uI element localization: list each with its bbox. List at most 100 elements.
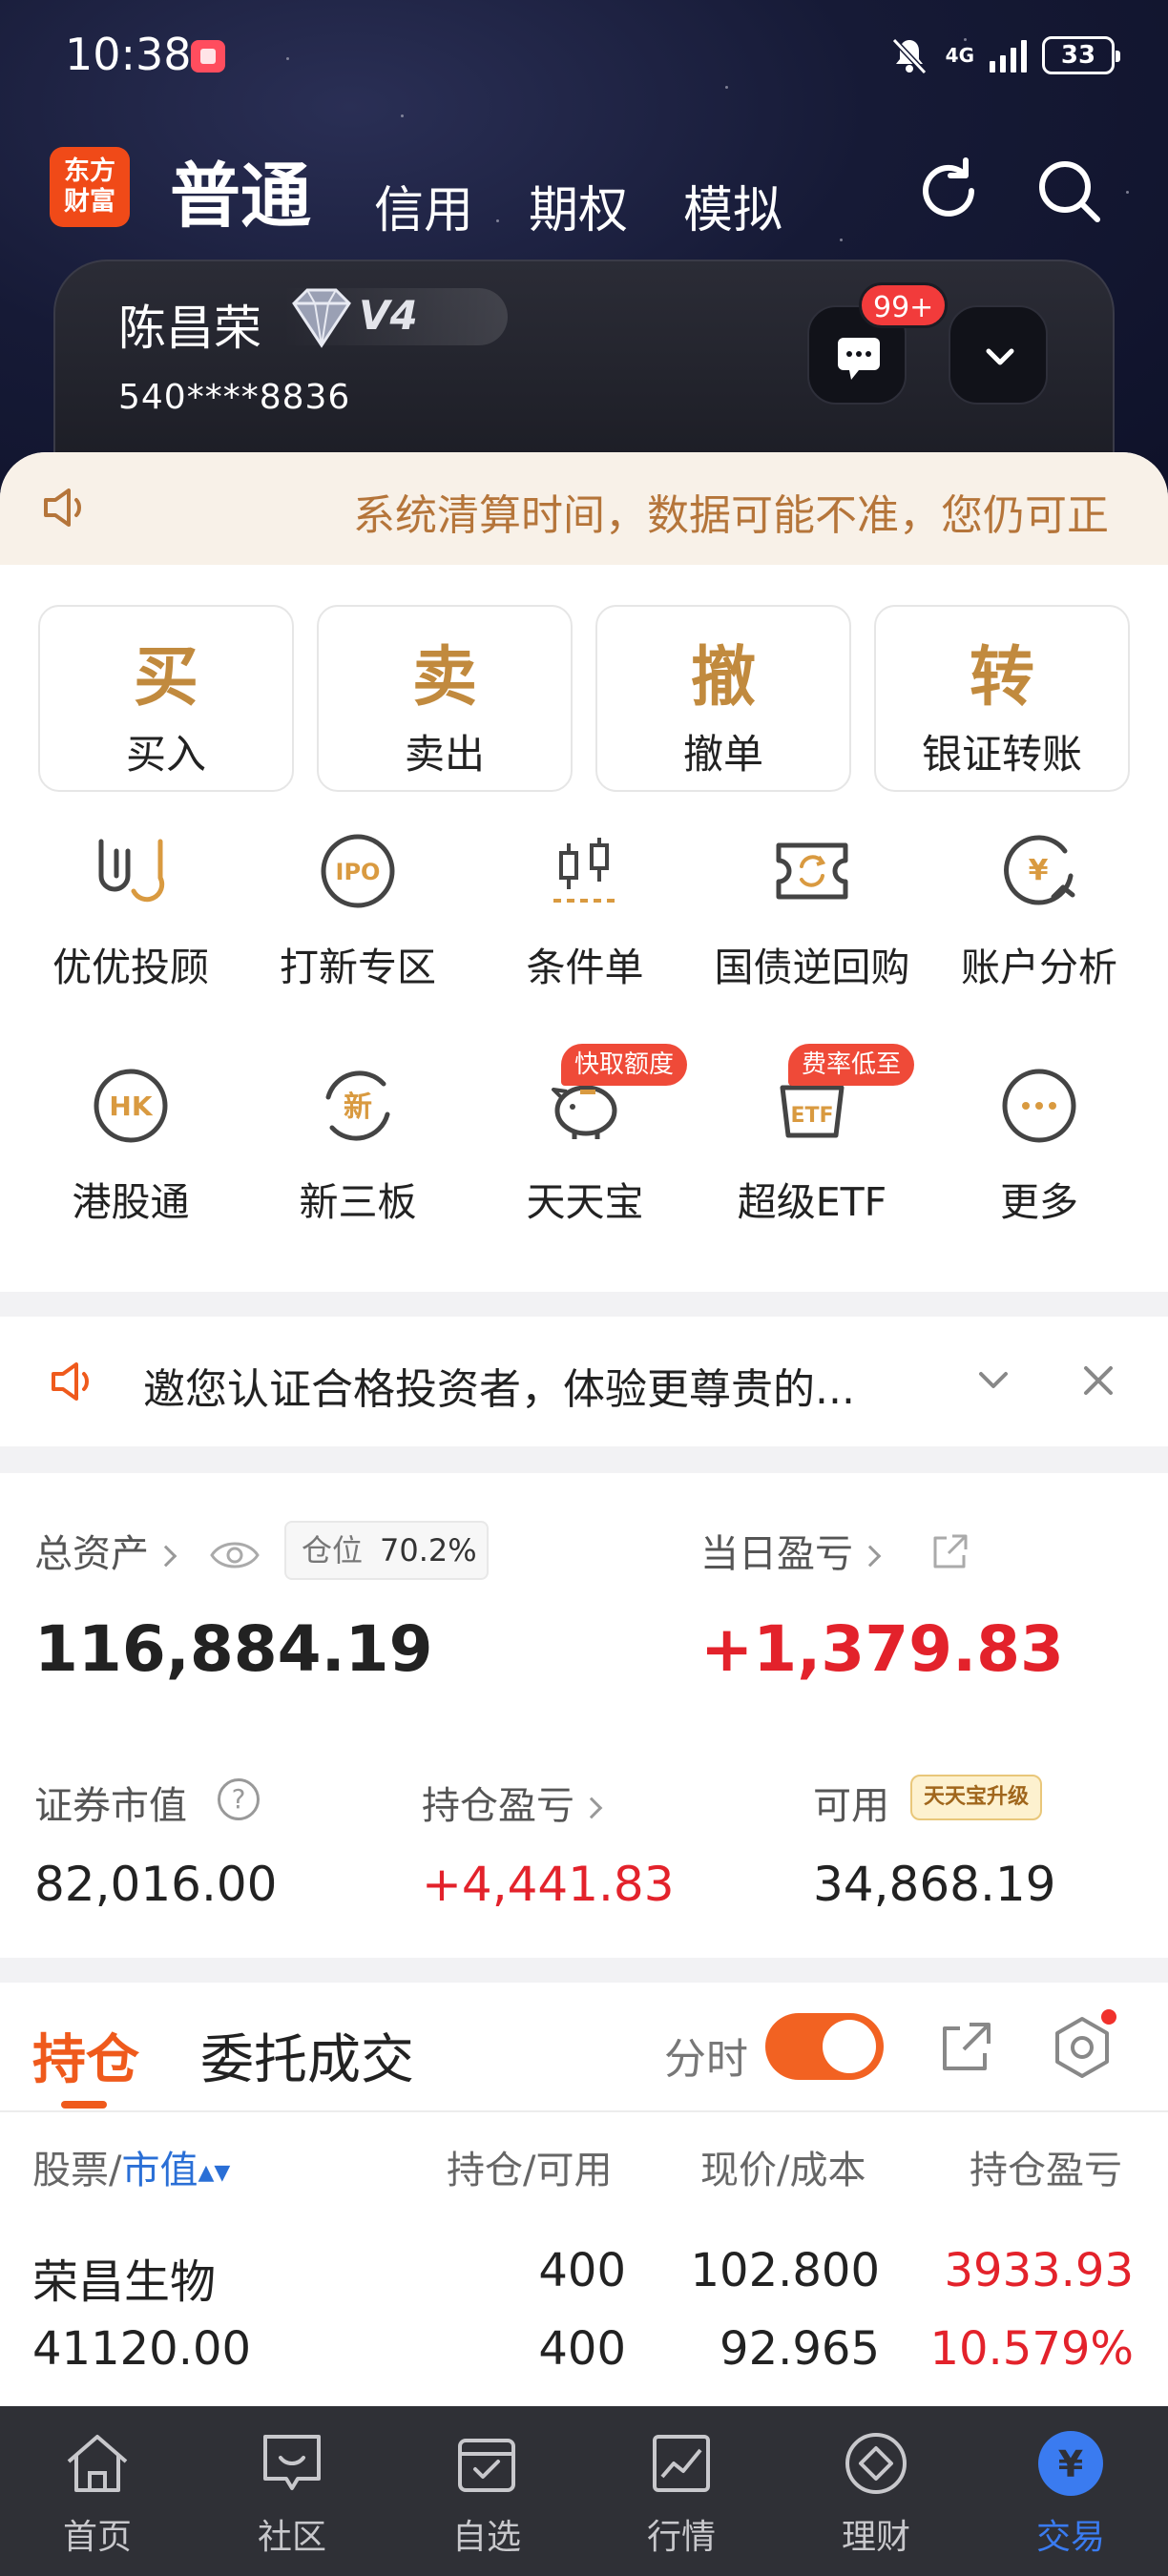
ticker-text: 系统清算时间，数据可能不准，您仍可正 [353,491,1109,540]
stock-market-value: 41120.00 [32,2322,252,2376]
feature-neeq[interactable]: 新 新三板 [244,1063,471,1227]
uu-advisor-icon [98,839,165,903]
investor-notice[interactable]: 邀您认证合格投资者，体验更尊贵的... [0,1317,1168,1446]
active-tab-indicator [61,2101,107,2109]
holding-pl-label[interactable]: 持仓盈亏 [422,1775,603,1830]
nav-watchlist[interactable]: 自选 [389,2425,584,2559]
nav-market[interactable]: 行情 [584,2425,779,2559]
app-logo: 东方 财富 [50,147,130,227]
timeshare-toggle[interactable] [765,2013,884,2080]
tab-simulate[interactable]: 模拟 [683,170,782,241]
chevron-down-icon [986,348,1014,365]
signal-icon [990,38,1027,73]
message-badge: 99+ [859,282,949,328]
col-stock[interactable]: 股票/市值▲▼ [32,2139,230,2194]
notification-icon [191,40,225,73]
refresh-icon[interactable] [910,153,987,229]
bell-muted-icon [891,37,927,75]
feature-super-etf[interactable]: ETF 超级ETF [699,1063,926,1227]
vip-level: V4 [359,292,418,339]
sell-button[interactable]: 卖卖出 [317,605,573,792]
speaker-icon [52,1362,89,1401]
more-icon [1002,1069,1076,1143]
community-icon [263,2435,321,2490]
nav-trade[interactable]: ¥ 交易 [973,2425,1168,2559]
feature-ipo[interactable]: IPO 打新专区 [244,828,471,992]
condition-order-icon [553,838,616,903]
stock-pl-pct: 10.579% [929,2322,1134,2376]
diamond-level-icon [292,288,351,348]
reverse-repo-icon [776,842,848,900]
hk-connect-icon: HK [94,1069,168,1143]
trade-icon: ¥ [1038,2431,1103,2496]
notice-text: 邀您认证合格投资者，体验更尊贵的... [143,1365,855,1414]
col-qty: 持仓/可用 [447,2149,613,2192]
nav-home[interactable]: 首页 [0,2425,195,2559]
tab-orders[interactable]: 委托成交 [200,2017,414,2094]
tab-positions[interactable]: 持仓 [32,2017,139,2094]
market-value: 82,016.00 [34,1857,278,1912]
help-icon[interactable]: ? [218,1778,260,1820]
close-icon[interactable] [1074,1357,1122,1404]
gear-icon[interactable] [1050,2015,1115,2080]
stock-available: 400 [538,2322,626,2376]
stock-qty: 400 [538,2244,626,2297]
available-label: 可用 [813,1784,889,1828]
buy-button[interactable]: 买买入 [38,605,294,792]
bottom-nav: 首页 社区 自选 行情 理财 ¥ 交易 [0,2406,1168,2576]
trade-buttons: 买买入 卖卖出 撤撤单 转银证转账 [38,605,1130,792]
svg-text:¥: ¥ [1029,854,1049,887]
day-pl-value: +1,379.83 [700,1612,1064,1686]
settings-badge-dot [1101,2009,1116,2025]
home-icon [67,2435,128,2492]
svg-text:新: 新 [344,1091,372,1124]
status-time: 10:38 [65,29,192,80]
feature-reverse-repo[interactable]: 国债逆回购 [699,828,926,992]
external-link-icon[interactable] [929,1530,971,1572]
feature-hk-connect[interactable]: HK 港股通 [17,1063,244,1227]
feature-uu-advisor[interactable]: 优优投顾 [17,828,244,992]
main-panel: 系统清算时间，数据可能不准，您仍可正 买买入 卖卖出 撤撤单 转银证转账 优优投… [0,452,1168,1292]
battery-icon: 33 [1042,36,1120,74]
svg-text:ETF: ETF [790,1104,833,1128]
market-value-label: 证券市值 [34,1784,187,1828]
feature-account-analysis[interactable]: ¥ 账户分析 [926,828,1153,992]
eye-icon[interactable] [208,1536,261,1574]
system-ticker[interactable]: 系统清算时间，数据可能不准，您仍可正 [0,452,1168,565]
feature-more[interactable]: 更多 [926,1063,1153,1227]
svg-text:¥: ¥ [1058,2443,1083,2485]
holding-pl-value: +4,441.83 [422,1857,675,1912]
account-analysis-icon: ¥ [1004,835,1075,905]
stock-pl: 3933.93 [944,2244,1135,2297]
available-value: 34,868.19 [813,1857,1056,1912]
timeshare-label: 分时 [664,2035,748,2084]
feature-tiantianbao[interactable]: 天天宝 [471,1063,699,1227]
tag-quick-withdraw: 快取额度 [561,1044,688,1086]
account-dropdown-button[interactable] [949,305,1048,405]
search-icon[interactable] [1031,153,1107,229]
total-assets-value: 116,884.19 [34,1612,433,1686]
nav-wealth[interactable]: 理财 [779,2425,973,2559]
svg-text:HK: HK [109,1091,153,1122]
svg-text:IPO: IPO [336,859,381,885]
chevron-down-icon[interactable] [970,1357,1017,1404]
watchlist-icon [458,2439,515,2492]
tab-options[interactable]: 期权 [529,170,628,241]
total-assets-label[interactable]: 总资产 [34,1523,177,1578]
tab-normal[interactable]: 普通 [170,139,311,241]
top-nav: 东方 财富 普通 信用 期权 模拟 [0,134,1168,239]
bank-transfer-button[interactable]: 转银证转账 [874,605,1130,792]
network-type: 4G [945,44,974,67]
neeq-icon: 新 [325,1070,390,1141]
cancel-order-button[interactable]: 撤撤单 [595,605,851,792]
share-icon[interactable] [937,2017,996,2076]
feature-condition-order[interactable]: 条件单 [471,828,699,992]
col-pl: 持仓盈亏 [970,2149,1122,2192]
nav-community[interactable]: 社区 [195,2425,389,2559]
upgrade-badge[interactable]: 天天宝升级 [910,1775,1043,1820]
stock-name: 荣昌生物 [32,2255,217,2309]
day-pl-label[interactable]: 当日盈亏 [700,1523,882,1578]
tab-credit[interactable]: 信用 [374,170,473,241]
tag-low-fee: 费率低至 [788,1044,915,1086]
account-number: 540****8836 [118,378,351,417]
